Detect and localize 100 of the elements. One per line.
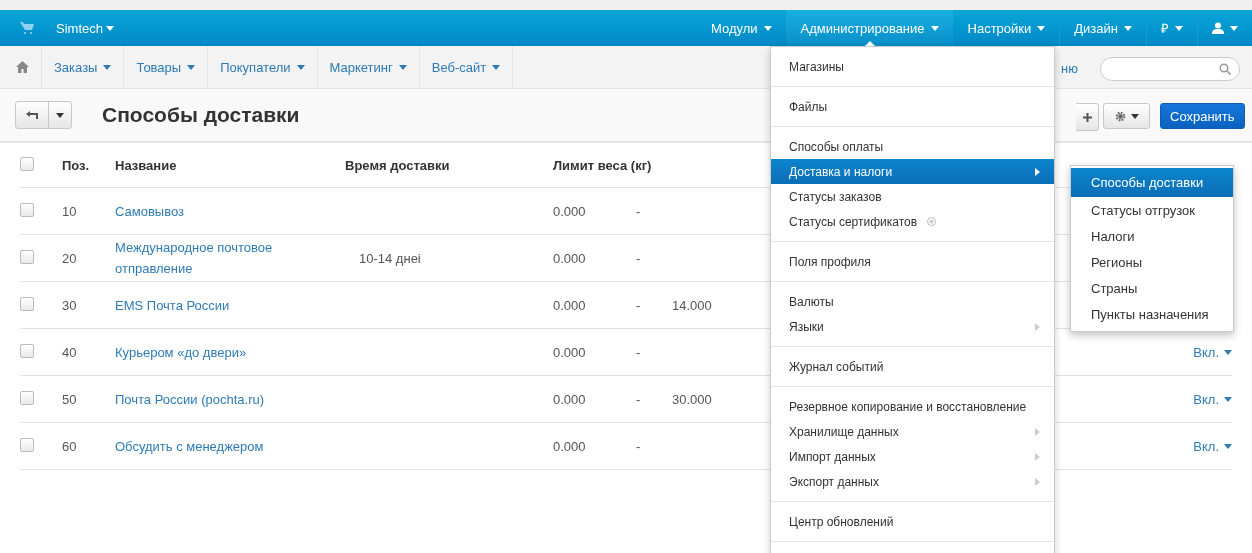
- caret-icon: [763, 25, 772, 31]
- caret-icon: [1224, 349, 1232, 355]
- position-value: 60: [62, 438, 77, 454]
- weight-max: 30.000: [672, 391, 712, 407]
- section-menu-item[interactable]: Заказы: [42, 46, 125, 88]
- store-selector[interactable]: Simtech: [56, 20, 114, 36]
- plus-icon: [1082, 112, 1092, 122]
- nav-menu-item[interactable]: Настройки: [952, 10, 1060, 46]
- menu-item[interactable]: Резервное копирование и восстановление: [771, 394, 1054, 419]
- submenu-item[interactable]: Страны: [1071, 275, 1233, 301]
- caret-icon: [930, 25, 939, 31]
- row-checkbox[interactable]: [20, 296, 34, 311]
- section-menu-item[interactable]: Покупатели: [208, 46, 318, 88]
- menu-item[interactable]: Статусы сертификатов: [771, 209, 1054, 234]
- add-button[interactable]: [1076, 103, 1099, 131]
- menu-item[interactable]: Способы оплаты: [771, 134, 1054, 159]
- range-dash: -: [636, 297, 642, 313]
- menu-item[interactable]: Магазины: [771, 54, 1054, 79]
- weight-min: 0.000: [553, 297, 587, 313]
- weight-max: 14.000: [672, 297, 712, 313]
- section-menu-item[interactable]: Товары: [124, 46, 209, 88]
- submenu-arrow-icon: [1035, 427, 1040, 436]
- menu-item[interactable]: Центр обновлений: [771, 509, 1054, 534]
- home-icon[interactable]: [16, 61, 29, 73]
- column-header: Поз.: [62, 157, 90, 173]
- position-value: 30: [62, 297, 77, 313]
- section-menu-item[interactable]: Маркетинг: [317, 46, 420, 88]
- info-icon: [927, 217, 937, 226]
- range-dash: -: [636, 344, 642, 360]
- row-checkbox[interactable]: [20, 202, 34, 217]
- caret-icon: [103, 64, 112, 70]
- menu-item[interactable]: Файлы: [771, 94, 1054, 119]
- submenu-item[interactable]: Налоги: [1071, 223, 1233, 249]
- position-value: 20: [62, 250, 77, 266]
- caret-icon: [1130, 113, 1139, 119]
- menu-item[interactable]: Экспорт данных: [771, 469, 1054, 494]
- weight-min: 0.000: [553, 250, 587, 266]
- position-value: 40: [62, 344, 77, 360]
- menu-item[interactable]: Хранилище данных: [771, 419, 1054, 444]
- menu-item[interactable]: Статусы заказов: [771, 184, 1054, 209]
- caret-icon: [1230, 25, 1238, 31]
- range-dash: -: [636, 391, 642, 407]
- method-link[interactable]: Самовывоз: [115, 200, 184, 222]
- weight-min: 0.000: [553, 203, 587, 219]
- menu-item[interactable]: Валюты: [771, 289, 1054, 314]
- caret-icon: [296, 64, 305, 70]
- caret-icon: [1124, 25, 1132, 31]
- submenu-item[interactable]: Регионы: [1071, 249, 1233, 275]
- weight-min: 0.000: [553, 344, 587, 360]
- settings-icon: [1114, 110, 1126, 122]
- save-button[interactable]: Сохранить: [1160, 103, 1245, 129]
- column-header: Название: [115, 157, 177, 173]
- submenu-arrow-icon: [1035, 167, 1040, 176]
- nav-menu-item[interactable]: Администрирование: [785, 10, 953, 46]
- search-field[interactable]: [1100, 57, 1240, 81]
- caret-icon: [56, 112, 64, 118]
- row-checkbox[interactable]: [20, 390, 34, 405]
- row-checkbox[interactable]: [20, 343, 34, 358]
- back-arrow-icon: [26, 111, 38, 119]
- status-dropdown[interactable]: Вкл.: [1193, 438, 1232, 454]
- settings-button[interactable]: [1103, 103, 1150, 129]
- method-link[interactable]: Курьером «до двери»: [115, 341, 247, 363]
- user-icon: [1212, 22, 1224, 34]
- caret-icon: [1224, 443, 1232, 449]
- menu-item[interactable]: Журнал событий: [771, 354, 1054, 379]
- submenu-arrow-icon: [1035, 477, 1040, 486]
- nav-menu-item[interactable]: Модули: [696, 10, 786, 46]
- menu-item[interactable]: Поля профиля: [771, 249, 1054, 274]
- method-link[interactable]: Международное почтовое отправление: [115, 237, 315, 279]
- menu-link[interactable]: ню: [1061, 61, 1078, 76]
- weight-min: 0.000: [553, 391, 587, 407]
- method-link[interactable]: Почта России (pochta.ru): [115, 388, 265, 410]
- submenu-item[interactable]: Статусы отгрузок: [1071, 197, 1233, 223]
- menu-item[interactable]: Импорт данных: [771, 444, 1054, 469]
- menu-item[interactable]: Языки: [771, 314, 1054, 339]
- caret-icon: [187, 64, 196, 70]
- status-dropdown[interactable]: Вкл.: [1193, 391, 1232, 407]
- column-header: Время доставки: [345, 157, 450, 173]
- method-link[interactable]: EMS Почта России: [115, 294, 230, 316]
- caret-icon: [1224, 396, 1232, 402]
- status-dropdown[interactable]: Вкл.: [1193, 344, 1232, 360]
- caret-icon: [398, 64, 407, 70]
- submenu-arrow-icon: [1035, 452, 1040, 461]
- section-menu-item[interactable]: Веб-сайт: [419, 46, 514, 88]
- method-link[interactable]: Обсудить с менеджером: [115, 435, 264, 457]
- caret-icon: [492, 64, 501, 70]
- menu-item[interactable]: Доставка и налоги: [771, 159, 1054, 184]
- cart-icon[interactable]: [20, 22, 34, 34]
- submenu-item[interactable]: Способы доставки: [1071, 168, 1233, 197]
- row-checkbox[interactable]: [20, 249, 34, 264]
- position-value: 10: [62, 203, 77, 219]
- caret-icon: [1037, 25, 1046, 31]
- row-checkbox[interactable]: [20, 437, 34, 452]
- range-dash: -: [636, 250, 642, 266]
- column-header: Лимит веса (кг): [553, 157, 652, 173]
- caret-icon: [1175, 25, 1183, 31]
- position-value: 50: [62, 391, 77, 407]
- select-all-checkbox[interactable]: [20, 156, 34, 171]
- submenu-item[interactable]: Пункты назначения: [1071, 301, 1233, 327]
- delivery-time: 10-14 днеі: [358, 250, 421, 266]
